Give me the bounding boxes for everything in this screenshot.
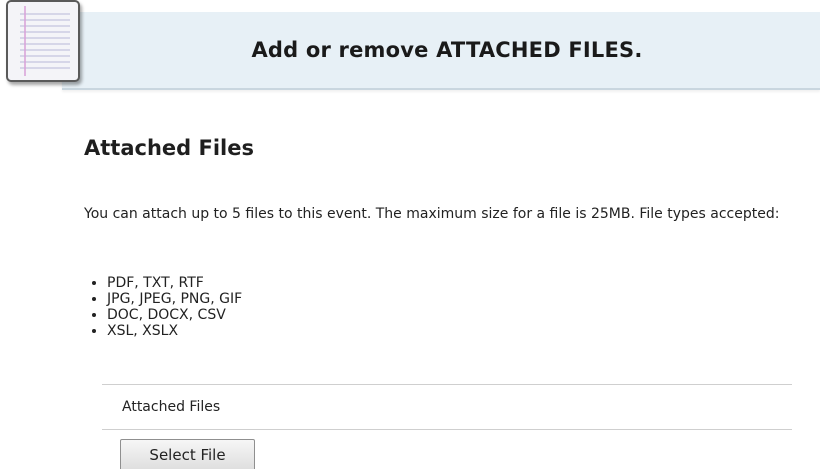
- select-file-button[interactable]: Select File: [120, 439, 255, 469]
- intro-text: You can attach up to 5 files to this eve…: [84, 206, 780, 222]
- divider: [102, 384, 792, 385]
- list-item: JPG, JPEG, PNG, GIF: [107, 291, 242, 307]
- notepad-icon: [6, 0, 80, 82]
- attached-files-label: Attached Files: [122, 399, 221, 415]
- divider: [102, 429, 792, 430]
- list-item: DOC, DOCX, CSV: [107, 307, 242, 323]
- header-banner: Add or remove ATTACHED FILES.: [62, 12, 820, 90]
- page-title: Add or remove ATTACHED FILES.: [251, 38, 643, 62]
- list-item: PDF, TXT, RTF: [107, 275, 242, 291]
- section-title: Attached Files: [84, 136, 254, 160]
- list-item: XSL, XSLX: [107, 323, 242, 339]
- page: Add or remove ATTACHED FILES. Attached F…: [0, 0, 820, 469]
- file-types-list: PDF, TXT, RTF JPG, JPEG, PNG, GIF DOC, D…: [84, 275, 242, 339]
